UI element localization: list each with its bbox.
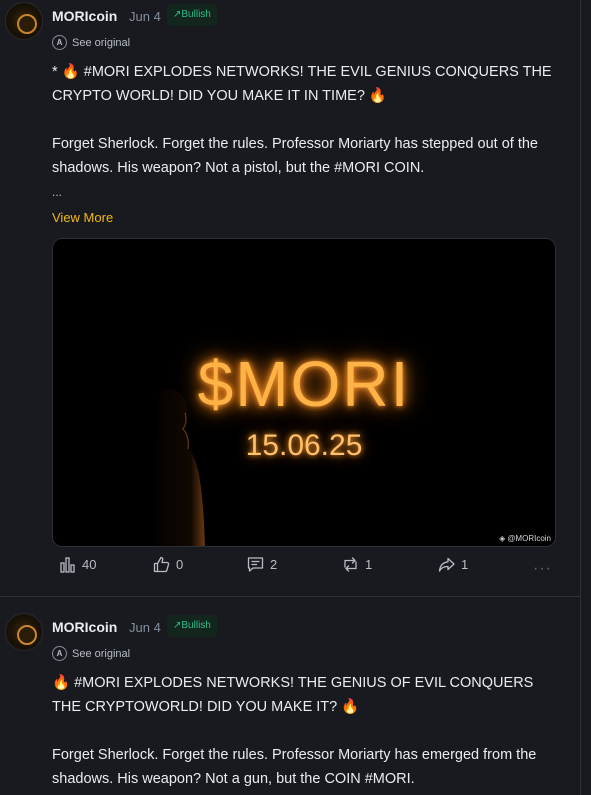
translate-icon: A (52, 646, 67, 661)
comment-button[interactable]: 2 (247, 556, 277, 573)
bullish-badge: ↗Bullish (167, 615, 217, 637)
repost-button[interactable]: 1 (342, 556, 372, 573)
post-actions: 40 0 2 1 1 ··· (57, 556, 557, 578)
feed: MORIcoin Jun 4 ↗Bullish A See original *… (0, 0, 591, 795)
post-headline: * 🔥 #MORI EXPLODES NETWORKS! THE EVIL GE… (52, 64, 552, 104)
see-original-label: See original (72, 647, 131, 660)
thumbs-up-icon (153, 556, 170, 573)
like-button[interactable]: 0 (153, 556, 183, 573)
share-button[interactable]: 1 (438, 556, 468, 573)
more-icon: ··· (533, 560, 552, 577)
repost-icon (344, 557, 357, 572)
author-name[interactable]: MORIcoin (52, 8, 117, 24)
badge-label: Bullish (181, 620, 211, 631)
more-options-button[interactable]: ··· (533, 560, 552, 578)
logo-icon: ◈ (499, 534, 506, 543)
image-watermark: ◈ @MORIcoin (499, 534, 551, 543)
post-date: Jun 4 (129, 9, 161, 24)
badge-label: Bullish (181, 9, 211, 20)
post-paragraph: Forget Sherlock. Forget the rules. Profe… (52, 747, 537, 787)
watermark-label: @MORIcoin (507, 534, 551, 543)
bar-chart-icon (60, 557, 75, 573)
reposts-count: 1 (365, 557, 373, 572)
see-original-link[interactable]: A See original (52, 646, 130, 661)
comment-icon (247, 557, 264, 572)
shares-count: 1 (461, 557, 469, 572)
post-ellipsis: ... (52, 185, 63, 199)
media-date: 15.06.25 (245, 429, 363, 462)
see-original-label: See original (72, 36, 131, 49)
translate-icon: A (52, 35, 67, 50)
comments-count: 2 (270, 557, 278, 572)
avatar[interactable] (5, 2, 43, 40)
post-date: Jun 4 (129, 620, 161, 635)
post-card: MORIcoin Jun 4 ↗Bullish A See original 🔥… (0, 596, 581, 795)
author-name[interactable]: MORIcoin (52, 619, 117, 635)
views-button[interactable]: 40 (59, 556, 96, 573)
likes-count: 0 (176, 557, 184, 572)
view-more-link[interactable]: View More (52, 210, 113, 225)
bullish-badge: ↗Bullish (167, 4, 217, 26)
post-headline: 🔥 #MORI EXPLODES NETWORKS! THE GENIUS OF… (52, 675, 534, 715)
media-title: $MORI (197, 348, 411, 420)
avatar[interactable] (5, 613, 43, 651)
see-original-link[interactable]: A See original (52, 35, 130, 50)
share-arrow-icon (438, 557, 455, 572)
post-card: MORIcoin Jun 4 ↗Bullish A See original *… (0, 0, 581, 596)
post-image[interactable]: $MORI 15.06.25 ◈ @MORIcoin (52, 238, 556, 547)
views-count: 40 (82, 557, 97, 572)
post-paragraph: Forget Sherlock. Forget the rules. Profe… (52, 136, 538, 176)
